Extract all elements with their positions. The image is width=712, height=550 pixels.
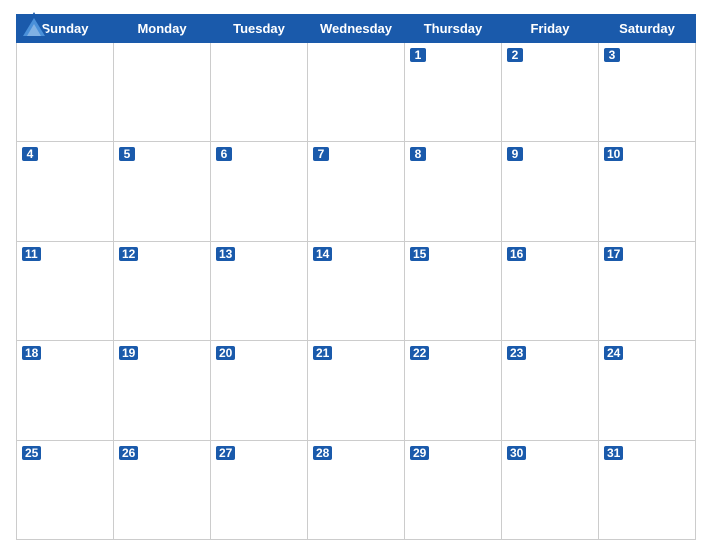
calendar-table: SundayMondayTuesdayWednesdayThursdayFrid… — [16, 14, 696, 540]
calendar-cell — [211, 43, 308, 142]
calendar-cell: 15 — [405, 241, 502, 340]
day-number: 1 — [410, 48, 426, 62]
day-number: 13 — [216, 247, 235, 261]
calendar-cell — [308, 43, 405, 142]
calendar-cell: 20 — [211, 341, 308, 440]
day-number: 20 — [216, 346, 235, 360]
day-number: 10 — [604, 147, 623, 161]
logo-icon — [16, 10, 52, 40]
weekday-header-tuesday: Tuesday — [211, 15, 308, 43]
calendar-cell: 27 — [211, 440, 308, 539]
calendar-cell — [17, 43, 114, 142]
calendar-cell: 24 — [599, 341, 696, 440]
day-number: 11 — [22, 247, 41, 261]
day-number: 7 — [313, 147, 329, 161]
day-number: 15 — [410, 247, 429, 261]
day-number: 30 — [507, 446, 526, 460]
calendar-cell: 22 — [405, 341, 502, 440]
calendar-cell: 2 — [502, 43, 599, 142]
day-number: 19 — [119, 346, 138, 360]
calendar-cell: 1 — [405, 43, 502, 142]
day-number: 27 — [216, 446, 235, 460]
day-number: 17 — [604, 247, 623, 261]
day-number: 28 — [313, 446, 332, 460]
calendar-cell: 9 — [502, 142, 599, 241]
calendar-cell: 18 — [17, 341, 114, 440]
day-number: 6 — [216, 147, 232, 161]
day-number: 3 — [604, 48, 620, 62]
calendar-cell: 28 — [308, 440, 405, 539]
day-number: 23 — [507, 346, 526, 360]
day-number: 8 — [410, 147, 426, 161]
day-number: 9 — [507, 147, 523, 161]
calendar-cell: 3 — [599, 43, 696, 142]
calendar-cell: 25 — [17, 440, 114, 539]
day-number: 5 — [119, 147, 135, 161]
day-number: 22 — [410, 346, 429, 360]
logo-area — [16, 10, 54, 40]
day-number: 14 — [313, 247, 332, 261]
weekday-header-thursday: Thursday — [405, 15, 502, 43]
calendar-body: 1234567891011121314151617181920212223242… — [17, 43, 696, 540]
calendar-cell: 4 — [17, 142, 114, 241]
calendar-cell — [114, 43, 211, 142]
calendar-week-5: 25 26 27 28 29 30 31 — [17, 440, 696, 539]
calendar-cell: 6 — [211, 142, 308, 241]
calendar-cell: 11 — [17, 241, 114, 340]
calendar-cell: 29 — [405, 440, 502, 539]
weekday-header-friday: Friday — [502, 15, 599, 43]
calendar-cell: 19 — [114, 341, 211, 440]
day-number: 4 — [22, 147, 38, 161]
weekday-header-monday: Monday — [114, 15, 211, 43]
calendar-cell: 14 — [308, 241, 405, 340]
day-number: 31 — [604, 446, 623, 460]
day-number: 25 — [22, 446, 41, 460]
day-number: 26 — [119, 446, 138, 460]
calendar-week-3: 11 12 13 14 15 16 17 — [17, 241, 696, 340]
calendar-cell: 26 — [114, 440, 211, 539]
calendar-week-1: 1 2 3 — [17, 43, 696, 142]
calendar-cell: 17 — [599, 241, 696, 340]
day-number: 21 — [313, 346, 332, 360]
calendar-cell: 16 — [502, 241, 599, 340]
weekday-header-wednesday: Wednesday — [308, 15, 405, 43]
day-number: 12 — [119, 247, 138, 261]
day-number: 18 — [22, 346, 41, 360]
weekday-header-saturday: Saturday — [599, 15, 696, 43]
calendar-cell: 23 — [502, 341, 599, 440]
calendar-cell: 13 — [211, 241, 308, 340]
calendar-week-2: 4 5 6 7 8 9 10 — [17, 142, 696, 241]
calendar-cell: 21 — [308, 341, 405, 440]
weekday-header-row: SundayMondayTuesdayWednesdayThursdayFrid… — [17, 15, 696, 43]
day-number: 16 — [507, 247, 526, 261]
calendar-week-4: 18 19 20 21 22 23 24 — [17, 341, 696, 440]
calendar-cell: 12 — [114, 241, 211, 340]
calendar-cell: 30 — [502, 440, 599, 539]
calendar-cell: 7 — [308, 142, 405, 241]
calendar-cell: 10 — [599, 142, 696, 241]
day-number: 24 — [604, 346, 623, 360]
calendar-cell: 5 — [114, 142, 211, 241]
calendar-cell: 8 — [405, 142, 502, 241]
calendar-cell: 31 — [599, 440, 696, 539]
day-number: 29 — [410, 446, 429, 460]
day-number: 2 — [507, 48, 523, 62]
